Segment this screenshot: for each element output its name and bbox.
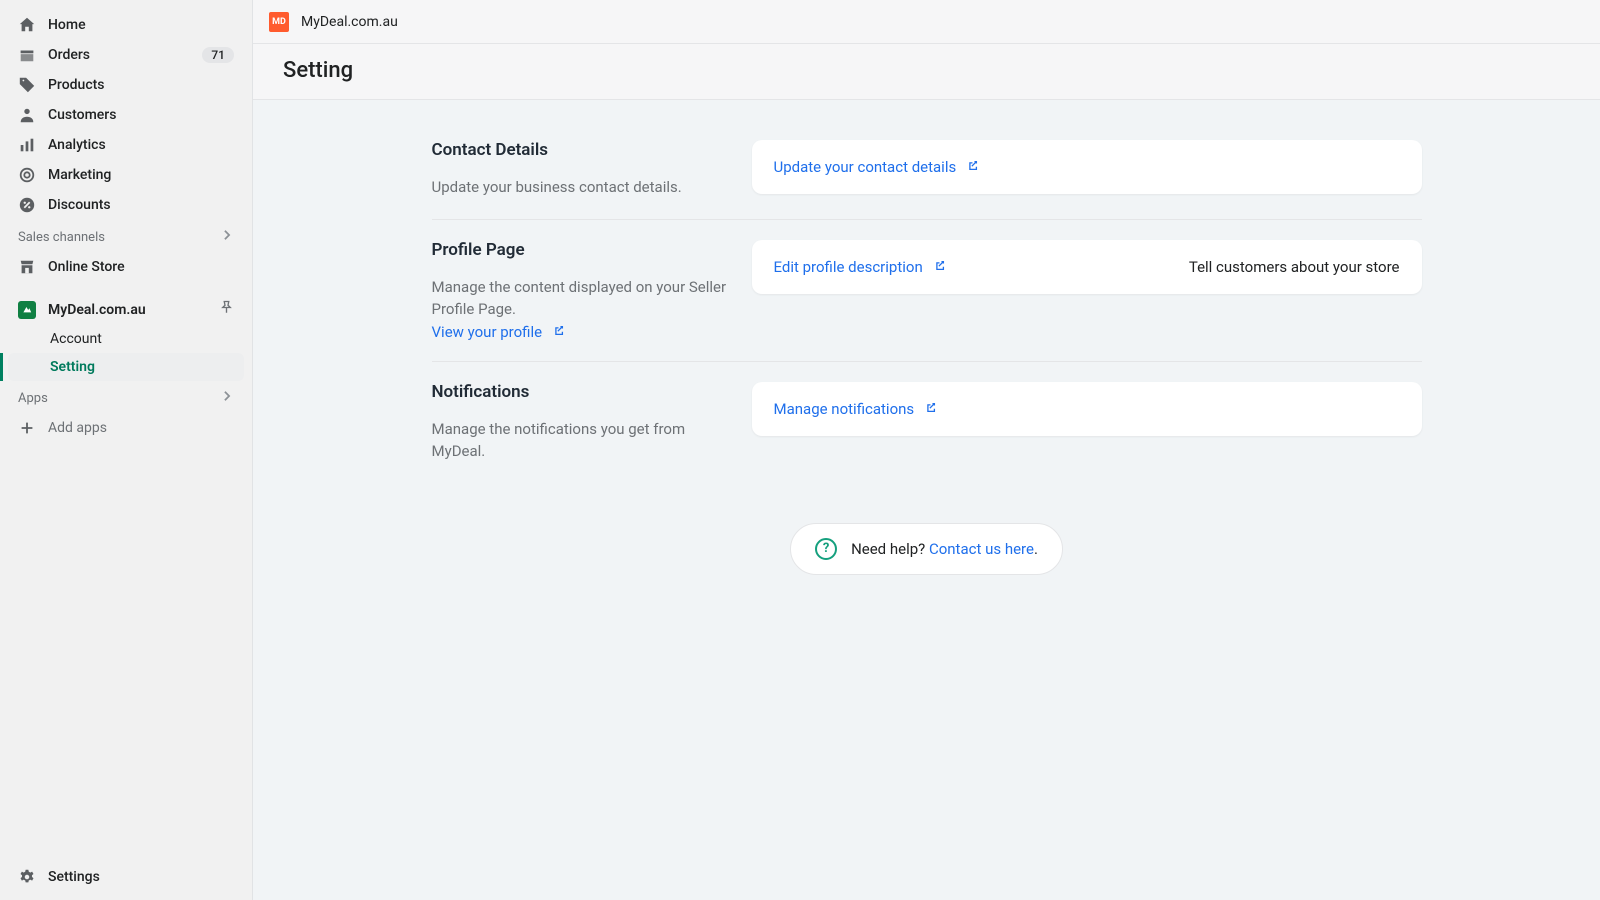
plus-icon	[18, 419, 36, 437]
apps-label: Apps	[18, 391, 48, 406]
external-link-icon	[552, 323, 565, 341]
orders-icon	[18, 46, 36, 64]
edit-profile-link-label: Edit profile description	[774, 258, 923, 276]
sales-channels-header: Sales channels	[0, 220, 252, 252]
sales-channels-label: Sales channels	[18, 230, 105, 245]
subnav-setting-label: Setting	[50, 359, 95, 375]
apps-header: Apps	[0, 381, 252, 413]
contact-card: Update your contact details	[752, 140, 1422, 194]
tag-icon	[18, 76, 36, 94]
primary-nav: Home Orders 71 Products Customers	[0, 10, 252, 220]
section-notifications: Notifications Manage the notifications y…	[432, 361, 1422, 483]
mydeal-app-icon	[18, 301, 36, 319]
external-link-icon	[933, 258, 946, 276]
edit-profile-link[interactable]: Edit profile description	[774, 258, 946, 276]
manage-notifications-link-label: Manage notifications	[774, 400, 915, 418]
help-pill: ? Need help? Contact us here.	[790, 523, 1063, 575]
nav-add-apps[interactable]: Add apps	[8, 413, 244, 443]
profile-pitch: Tell customers about your store	[1189, 258, 1400, 276]
help-text: Need help? Contact us here.	[851, 540, 1038, 558]
profile-desc: Manage the content displayed on your Sel…	[432, 276, 732, 321]
notifications-desc: Manage the notifications you get from My…	[432, 418, 732, 463]
nav-orders[interactable]: Orders 71	[8, 40, 244, 70]
subnav-account-label: Account	[50, 331, 102, 347]
nav-discounts[interactable]: Discounts	[8, 190, 244, 220]
nav-home-label: Home	[48, 17, 86, 33]
nav-marketing-label: Marketing	[48, 167, 111, 183]
help-icon: ?	[815, 538, 837, 560]
topbar-title: MyDeal.com.au	[301, 14, 398, 30]
home-icon	[18, 16, 36, 34]
analytics-icon	[18, 136, 36, 154]
nav-analytics-label: Analytics	[48, 137, 106, 153]
nav-analytics[interactable]: Analytics	[8, 130, 244, 160]
nav-discounts-label: Discounts	[48, 197, 111, 213]
content: Contact Details Update your business con…	[253, 100, 1600, 900]
nav-add-apps-label: Add apps	[48, 420, 107, 436]
profile-card: Edit profile description Tell customers …	[752, 240, 1422, 294]
pin-icon[interactable]	[219, 300, 234, 319]
gear-icon	[18, 868, 36, 886]
notifications-card: Manage notifications	[752, 382, 1422, 436]
help-prompt: Need help?	[851, 540, 929, 558]
nav-home[interactable]: Home	[8, 10, 244, 40]
nav-customers[interactable]: Customers	[8, 100, 244, 130]
subnav-account[interactable]: Account	[8, 325, 244, 353]
contact-us-link[interactable]: Contact us here	[929, 540, 1034, 558]
nav-customers-label: Customers	[48, 107, 116, 123]
contact-heading: Contact Details	[432, 140, 732, 160]
manage-notifications-link[interactable]: Manage notifications	[774, 400, 938, 418]
main-area: MD MyDeal.com.au Setting Contact Details…	[253, 0, 1600, 900]
section-profile-page: Profile Page Manage the content displaye…	[432, 219, 1422, 361]
nav-orders-label: Orders	[48, 47, 90, 63]
marketing-icon	[18, 166, 36, 184]
help-tail: .	[1034, 540, 1038, 558]
nav-settings-label: Settings	[48, 869, 100, 885]
sidebar: Home Orders 71 Products Customers	[0, 0, 253, 900]
nav-online-store-label: Online Store	[48, 259, 125, 275]
chevron-right-icon[interactable]	[220, 389, 234, 407]
notifications-heading: Notifications	[432, 382, 732, 402]
profile-heading: Profile Page	[432, 240, 732, 260]
nav-mydeal-app[interactable]: MyDeal.com.au	[8, 294, 244, 325]
nav-products[interactable]: Products	[8, 70, 244, 100]
nav-products-label: Products	[48, 77, 105, 93]
page-title: Setting	[283, 58, 1570, 83]
external-link-icon	[924, 400, 937, 418]
contact-desc: Update your business contact details.	[432, 176, 732, 199]
nav-mydeal-label: MyDeal.com.au	[48, 302, 146, 318]
nav-marketing[interactable]: Marketing	[8, 160, 244, 190]
view-profile-link[interactable]: View your profile	[432, 323, 566, 341]
section-contact-details: Contact Details Update your business con…	[432, 120, 1422, 219]
store-icon	[18, 258, 36, 276]
subnav-setting[interactable]: Setting	[8, 353, 244, 381]
update-contact-link[interactable]: Update your contact details	[774, 158, 980, 176]
orders-badge: 71	[202, 47, 234, 63]
mydeal-logo-icon: MD	[269, 12, 289, 32]
page-title-row: Setting	[253, 44, 1600, 100]
customer-icon	[18, 106, 36, 124]
topbar: MD MyDeal.com.au	[253, 0, 1600, 44]
nav-settings[interactable]: Settings	[8, 862, 244, 892]
update-contact-link-label: Update your contact details	[774, 158, 957, 176]
discounts-icon	[18, 196, 36, 214]
nav-online-store[interactable]: Online Store	[8, 252, 244, 282]
external-link-icon	[966, 158, 979, 176]
view-profile-link-label: View your profile	[432, 323, 543, 341]
chevron-right-icon[interactable]	[220, 228, 234, 246]
